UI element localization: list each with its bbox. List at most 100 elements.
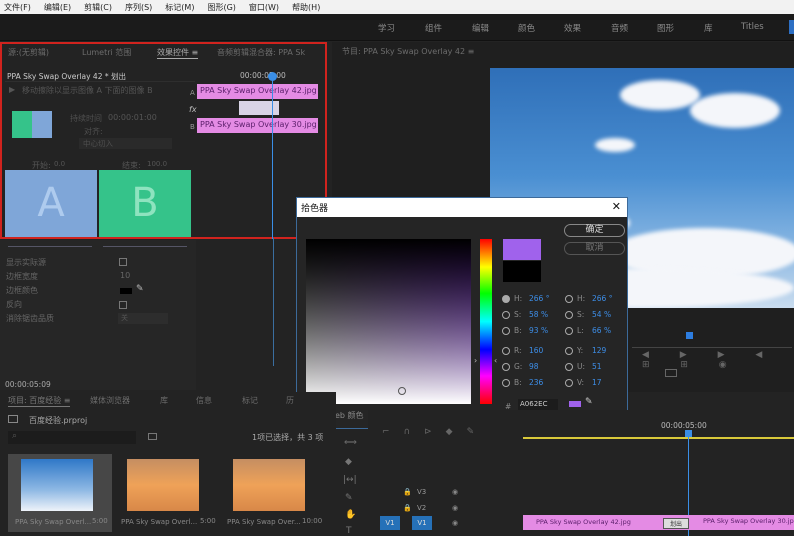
hue-arrow-left-icon[interactable]: › [474,356,477,365]
saturation-brightness-field[interactable] [306,239,471,404]
tab-lumetri-scopes[interactable]: Lumetri 范围 [82,47,131,58]
track-v3[interactable]: V3 [417,488,426,496]
new-bin-icon[interactable] [148,433,157,440]
ok-button[interactable]: 确定 [564,224,625,237]
tab-history[interactable]: 历 [286,395,294,406]
menu-clip[interactable]: 剪辑(C) [84,2,112,13]
pen-tool-icon[interactable]: ✎ [345,493,353,503]
show-source-checkbox[interactable] [119,258,127,266]
export-frame-icon[interactable] [665,369,677,377]
current-timecode[interactable]: 00:00:05:09 [5,380,51,389]
color-mode-radio[interactable] [502,327,510,335]
transport-controls[interactable]: ◀ ▶ ▶ ◀ ⊞ ⊞ ◉ [642,350,794,370]
border-width-value[interactable]: 10 [120,271,130,280]
field-value[interactable]: 266 ° [592,294,612,303]
menu-help[interactable]: 帮助(H) [292,2,320,13]
eye-icon[interactable]: ◉ [452,519,458,527]
border-color-swatch[interactable] [120,288,132,294]
workspace-audio[interactable]: 音频 [611,22,628,34]
workspace-libraries[interactable]: 库 [704,22,713,34]
workspace-editing[interactable]: 编辑 [472,22,489,34]
close-icon[interactable]: ✕ [612,200,621,213]
field-value[interactable]: 66 % [592,326,611,335]
menu-edit[interactable]: 编辑(E) [44,2,71,13]
menu-marker[interactable]: 标记(M) [165,2,194,13]
field-value[interactable]: 58 % [529,310,548,319]
mini-playhead-handle[interactable] [268,72,277,81]
workspace-learn[interactable]: 学习 [378,22,395,34]
tab-libraries[interactable]: 库 [160,395,168,406]
color-mode-radio[interactable] [502,347,510,355]
timeline-tool-icons[interactable]: ⌐∩⊳◆✎ [382,427,488,437]
hand-tool-icon[interactable]: ✋ [345,510,356,520]
eye-icon[interactable]: ◉ [452,504,458,512]
color-mode-radio[interactable] [565,347,573,355]
transition-preview[interactable] [12,111,52,138]
track-v1[interactable]: V1 [412,516,432,530]
mini-playhead[interactable] [272,76,273,239]
program-title[interactable]: 节目: PPA Sky Swap Overlay 42 ≡ [342,46,474,57]
track-v2[interactable]: V2 [417,504,426,512]
color-mode-radio[interactable] [502,379,510,387]
field-value[interactable]: 236 [529,378,543,387]
menu-file[interactable]: 文件(F) [4,2,31,13]
expand-triangle-icon[interactable]: ▶ [9,85,15,94]
workspace-titles[interactable]: Titles [741,22,764,32]
ripple-edit-tool-icon[interactable]: ⟺ [344,438,357,448]
field-value[interactable]: 266 ° [529,294,549,303]
cancel-button[interactable]: 取消 [564,242,625,255]
field-value[interactable]: 54 % [592,310,611,319]
timeline-timecode[interactable]: 00:00:05:00 [661,421,707,430]
tab-project[interactable]: 项目: 百度经验 ≡ [8,395,71,407]
workspace-assembly[interactable]: 组件 [425,22,442,34]
menu-sequence[interactable]: 序列(S) [125,2,152,13]
mini-clip-b[interactable]: PPA Sky Swap Overlay 30.jpg [197,118,318,133]
hue-arrow-right-icon[interactable]: ‹ [494,356,497,365]
color-mode-radio[interactable] [502,295,510,303]
mini-transition[interactable] [239,101,279,115]
eyedropper-icon[interactable]: ✎ [585,397,593,407]
tab-effect-controls[interactable]: 效果控件 ≡ [157,47,199,59]
project-item-3[interactable]: PPA Sky Swap Over... 10:00 [220,454,324,532]
tab-media-browser[interactable]: 媒体浏览器 [90,395,130,406]
program-playhead[interactable] [686,332,693,339]
source-patch-v1[interactable]: V1 [380,516,400,530]
workspace-color[interactable]: 颜色 [518,22,535,34]
workspace-graphics[interactable]: 图形 [657,22,674,34]
color-mode-radio[interactable] [502,363,510,371]
color-cursor[interactable] [398,387,406,395]
field-value[interactable]: 93 % [529,326,548,335]
field-value[interactable]: 160 [529,346,543,355]
search-input[interactable]: ⌕ [8,431,136,444]
field-value[interactable]: 129 [592,346,606,355]
transition-marker[interactable]: 划出 [663,518,690,529]
color-mode-radio[interactable] [565,363,573,371]
type-tool-icon[interactable]: T [346,526,352,536]
hue-slider[interactable] [480,239,492,404]
razor-tool-icon[interactable]: ◆ [345,457,352,467]
work-area-bar[interactable] [523,437,794,439]
duration-value[interactable]: 00:00:01:00 [108,113,157,122]
eye-icon[interactable]: ◉ [452,488,458,496]
workspace-overflow[interactable] [789,20,794,34]
end-value[interactable]: 100.0 [147,160,167,168]
menu-graphics[interactable]: 图形(G) [207,2,235,13]
color-mode-radio[interactable] [565,311,573,319]
color-mode-radio[interactable] [565,379,573,387]
antialias-dropdown[interactable]: 关 [118,313,168,324]
tab-source[interactable]: 源:(无剪辑) [8,47,49,58]
clip-30[interactable]: PPA Sky Swap Overlay 30.jpg [703,517,794,525]
project-item-1[interactable]: PPA Sky Swap Overl... 5:00 [8,454,112,532]
color-mode-radio[interactable] [565,327,573,335]
field-value[interactable]: 98 [529,362,539,371]
start-value[interactable]: 0.0 [54,160,65,168]
field-value[interactable]: 51 [592,362,602,371]
reverse-checkbox[interactable] [119,301,127,309]
tab-markers[interactable]: 标记 [242,395,258,406]
eyedropper-icon[interactable]: ✎ [136,284,144,294]
project-item-2[interactable]: PPA Sky Swap Overl... 5:00 [114,454,218,532]
field-value[interactable]: 17 [592,378,602,387]
clip-42[interactable]: PPA Sky Swap Overlay 42.jpg [536,518,631,526]
tab-audio-mixer[interactable]: 音频剪辑混合器: PPA Sk [217,47,305,58]
playhead-handle[interactable] [685,430,692,437]
